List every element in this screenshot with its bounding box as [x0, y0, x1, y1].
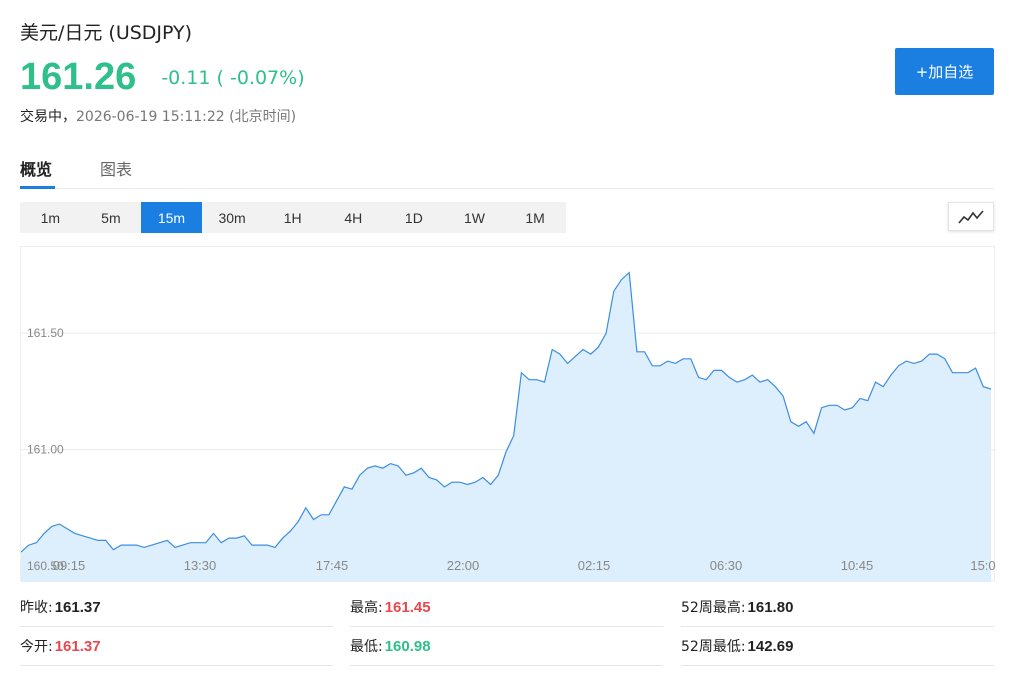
x-tick-label: 09:15	[53, 558, 86, 573]
trading-state: 交易中，	[20, 109, 76, 125]
period-4h[interactable]: 4H	[323, 202, 384, 233]
instrument-title: 美元/日元 (USDJPY)	[20, 18, 192, 45]
period-1m[interactable]: 1m	[20, 202, 81, 233]
line-chart-icon	[958, 209, 984, 224]
current-price: 161.26	[20, 56, 137, 98]
price-area	[21, 272, 991, 582]
price-chart[interactable]: 160.50 161.00 161.50 09:15 13:30 17:45 22:00 0…	[20, 246, 996, 582]
stat-52w-high: 52周最高: 161.80	[681, 588, 994, 627]
instrument-code: (USDJPY)	[108, 22, 193, 44]
stat-prev-close: 昨收: 161.37	[20, 588, 333, 627]
stat-value: 160.98	[384, 637, 431, 655]
x-tick-label: 15:0	[970, 558, 995, 573]
y-tick-label: 161.00	[27, 443, 64, 457]
chart-type-button[interactable]	[948, 202, 994, 231]
x-tick-label: 17:45	[316, 558, 349, 573]
price-row: 161.26 -0.11 ( -0.07%)	[20, 56, 305, 99]
stat-value: 161.37	[54, 637, 101, 655]
period-1d[interactable]: 1D	[384, 202, 445, 233]
trading-status: 交易中，2026-06-19 15:11:22 (北京时间)	[20, 106, 296, 126]
update-time: 2026-06-19 15:11:22 (北京时间)	[76, 109, 297, 125]
price-change: -0.11 ( -0.07%)	[161, 66, 305, 89]
period-15m[interactable]: 15m	[141, 202, 202, 233]
price-chart-svg: 160.50161.00161.50 09:15 13:30 17:45 22:00 0…	[21, 271, 996, 582]
stat-open: 今开: 161.37	[20, 627, 333, 666]
tab-chart[interactable]: 图表	[100, 156, 132, 189]
add-to-watchlist-button[interactable]: +加自选	[895, 48, 994, 95]
stat-label: 最高:	[350, 600, 383, 616]
instrument-name: 美元/日元	[20, 22, 103, 44]
period-5m[interactable]: 5m	[81, 202, 142, 233]
period-selector: 1m 5m 15m 30m 1H 4H 1D 1W 1M	[20, 202, 566, 233]
stat-label: 52周最低:	[681, 639, 746, 655]
period-30m[interactable]: 30m	[202, 202, 263, 233]
x-tick-label: 13:30	[184, 558, 217, 573]
stat-value: 161.80	[747, 598, 794, 616]
x-tick-label: 22:00	[447, 558, 480, 573]
tab-bar: 概览 图表	[20, 150, 994, 189]
period-1w[interactable]: 1W	[444, 202, 505, 233]
x-tick-label: 06:30	[710, 558, 743, 573]
x-tick-label: 10:45	[841, 558, 874, 573]
period-1mo[interactable]: 1M	[505, 202, 566, 233]
y-tick-label: 161.50	[27, 326, 64, 340]
stat-52w-low: 52周最低: 142.69	[681, 627, 994, 666]
stat-label: 最低:	[350, 639, 383, 655]
stat-value: 161.45	[384, 598, 431, 616]
stat-high: 最高: 161.45	[350, 588, 663, 627]
tab-overview[interactable]: 概览	[20, 156, 55, 189]
stat-label: 昨收:	[20, 600, 53, 616]
period-1h[interactable]: 1H	[262, 202, 323, 233]
stat-low: 最低: 160.98	[350, 627, 663, 666]
stat-label: 52周最高:	[681, 600, 746, 616]
stat-label: 今开:	[20, 639, 53, 655]
stat-value: 161.37	[54, 598, 101, 616]
stat-value: 142.69	[747, 637, 794, 655]
x-tick-label: 02:15	[578, 558, 611, 573]
